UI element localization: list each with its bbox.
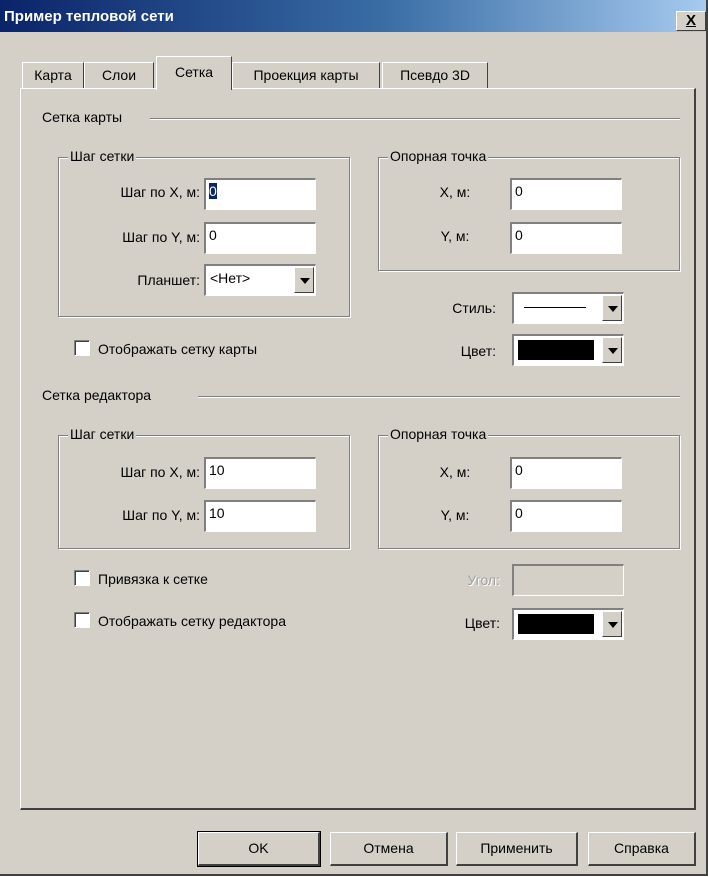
title-bar[interactable]: Пример тепловой сети (0, 0, 706, 32)
chevron-down-icon (608, 622, 618, 628)
map-grid-color-label: Цвет: (460, 343, 496, 359)
snap-to-grid-label: Привязка к сетке (98, 571, 208, 587)
color-dropdown-button[interactable] (602, 337, 622, 363)
angle-input[interactable] (512, 564, 624, 596)
tab-pseudo-3d[interactable]: Псевдо 3D (382, 62, 488, 88)
editor-ref-y-input[interactable]: 0 (510, 500, 622, 532)
help-button-label: Справка (614, 840, 669, 856)
close-button[interactable]: X (676, 11, 706, 31)
map-grid-step-x-value: 0 (209, 183, 217, 199)
tab-grid[interactable]: Сетка (156, 56, 232, 90)
map-ref-y-input[interactable]: 0 (510, 222, 622, 254)
chevron-down-icon (608, 306, 618, 312)
tab-layers[interactable]: Слои (84, 62, 154, 88)
show-map-grid-label: Отображать сетку карты (98, 341, 258, 357)
map-grid-ref-group-title: Опорная точка (388, 148, 489, 164)
editor-grid-step-y-input[interactable]: 10 (204, 500, 316, 532)
tablet-dropdown-button[interactable] (294, 267, 314, 293)
editor-ref-x-label: X, м: (439, 464, 471, 480)
map-grid-section-title: Сетка карты (42, 109, 127, 125)
tablet-select[interactable]: <Нет> (204, 264, 316, 296)
help-button[interactable]: Справка (588, 832, 696, 866)
show-editor-grid-checkbox[interactable] (74, 612, 90, 628)
color-swatch (518, 340, 594, 360)
tablet-select-value: <Нет> (210, 270, 251, 286)
editor-grid-color-label: Цвет: (464, 615, 500, 631)
tab-layers-label: Слои (101, 67, 137, 83)
map-grid-step-y-input[interactable]: 0 (204, 222, 316, 254)
editor-grid-color-select[interactable] (512, 608, 624, 640)
tab-grid-label: Сетка (174, 64, 214, 80)
solid-line-swatch (524, 307, 586, 308)
map-grid-separator (150, 118, 680, 120)
editor-ref-x-value: 0 (515, 462, 523, 478)
map-grid-style-label: Стиль: (452, 300, 496, 316)
chevron-down-icon (300, 278, 310, 284)
map-grid-step-x-label: Шаг по X, м: (120, 184, 200, 200)
ok-button[interactable]: OK (197, 831, 321, 867)
map-grid-step-y-value: 0 (209, 227, 217, 243)
map-ref-x-label: X, м: (439, 184, 471, 200)
tab-map-projection[interactable]: Проекция карты (232, 62, 380, 88)
map-grid-style-select[interactable] (512, 292, 624, 324)
tab-map-label: Карта (34, 67, 72, 83)
map-ref-y-label: Y, м: (440, 228, 470, 244)
tab-map-projection-label: Проекция карты (253, 67, 359, 83)
cancel-button-label: Отмена (363, 840, 414, 856)
apply-button-label: Применить (480, 840, 553, 856)
editor-grid-step-group-title: Шаг сетки (68, 426, 137, 442)
map-ref-x-input[interactable]: 0 (510, 178, 622, 210)
color-swatch (518, 614, 594, 634)
apply-button[interactable]: Применить (456, 832, 578, 866)
show-editor-grid-label: Отображать сетку редактора (98, 613, 286, 629)
map-grid-step-x-input[interactable]: 0 (204, 178, 316, 210)
map-grid-step-y-label: Шаг по Y, м: (122, 229, 200, 245)
tab-pseudo-3d-label: Псевдо 3D (400, 67, 470, 83)
map-grid-color-select[interactable] (512, 334, 624, 366)
editor-grid-separator (198, 396, 680, 398)
editor-grid-step-x-label: Шаг по X, м: (120, 464, 200, 480)
snap-to-grid-checkbox[interactable] (74, 570, 90, 586)
close-icon: X (685, 12, 696, 29)
editor-color-dropdown-button[interactable] (602, 611, 622, 637)
editor-grid-step-x-value: 10 (209, 462, 225, 478)
editor-grid-step-x-input[interactable]: 10 (204, 457, 316, 489)
editor-grid-ref-group-title: Опорная точка (388, 426, 489, 442)
editor-grid-step-y-label: Шаг по Y, м: (122, 507, 200, 523)
map-grid-step-group-title: Шаг сетки (68, 148, 137, 164)
editor-ref-y-value: 0 (515, 505, 523, 521)
tablet-label: Планшет: (137, 272, 200, 288)
map-ref-y-value: 0 (515, 227, 523, 243)
editor-grid-section-title: Сетка редактора (42, 387, 156, 403)
window-title: Пример тепловой сети (4, 8, 174, 25)
tab-map[interactable]: Карта (22, 62, 84, 88)
editor-grid-step-y-value: 10 (209, 505, 225, 521)
editor-ref-y-label: Y, м: (440, 507, 470, 523)
map-ref-x-value: 0 (515, 183, 523, 199)
style-dropdown-button[interactable] (602, 295, 622, 321)
show-map-grid-checkbox[interactable] (74, 340, 90, 356)
ok-button-label: OK (248, 840, 269, 856)
angle-label: Угол: (467, 572, 500, 588)
cancel-button[interactable]: Отмена (330, 832, 448, 866)
dialog-window: Пример тепловой сети X Карта Слои Сетка … (0, 0, 708, 876)
chevron-down-icon (608, 348, 618, 354)
editor-ref-x-input[interactable]: 0 (510, 457, 622, 489)
